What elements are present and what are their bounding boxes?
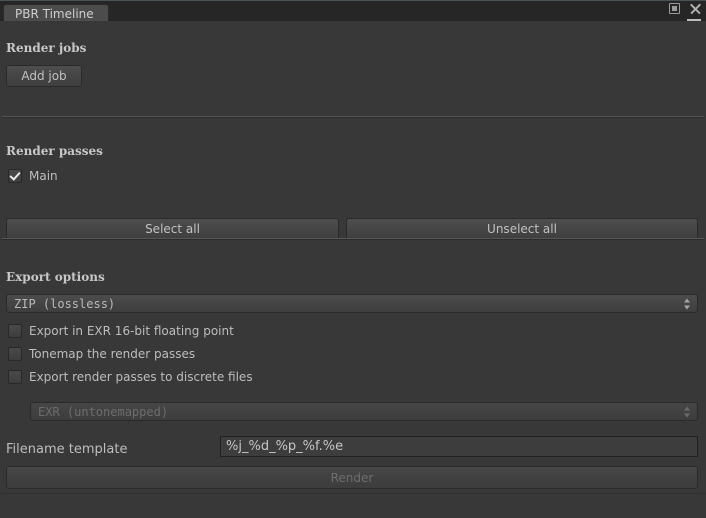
render-button[interactable]: Render	[6, 466, 698, 489]
archive-format-dropdown[interactable]: ZIP (lossless)	[6, 294, 698, 313]
close-icon[interactable]	[689, 2, 702, 15]
toggle-label: Tonemap the render passes	[29, 347, 196, 361]
tab-label: PBR Timeline	[15, 7, 94, 21]
checkbox-icon[interactable]	[8, 169, 22, 183]
window-tab-bar: PBR Timeline	[0, 0, 706, 28]
toggle-label: Export in EXR 16-bit floating point	[29, 324, 234, 338]
filename-template-label: Filename template	[6, 442, 128, 457]
archive-format-value: ZIP (lossless)	[14, 296, 116, 311]
render-label: Render	[330, 470, 374, 485]
popup-arrows-icon	[683, 406, 690, 417]
select-all-button[interactable]: Select all	[6, 218, 339, 240]
unselect-all-label: Unselect all	[487, 222, 557, 236]
separator-1	[2, 116, 704, 118]
add-job-button[interactable]: Add job	[6, 65, 82, 87]
pass-toggle-main[interactable]: Main	[8, 169, 58, 183]
add-job-label: Add job	[21, 69, 67, 83]
pbr-timeline-window: PBR Timeline Render jobs Add job Render …	[0, 0, 706, 518]
filename-template-value: %j_%d_%p_%f.%e	[226, 439, 344, 454]
discrete-format-value: EXR (untonemapped)	[38, 404, 169, 419]
pass-label: Main	[29, 169, 58, 183]
discrete-format-dropdown[interactable]: EXR (untonemapped)	[30, 402, 698, 421]
filename-template-input[interactable]: %j_%d_%p_%f.%e	[220, 436, 698, 457]
checkbox-icon[interactable]	[8, 324, 22, 338]
popup-arrows-icon	[683, 298, 690, 309]
checkbox-icon[interactable]	[8, 347, 22, 361]
unselect-all-button[interactable]: Unselect all	[346, 218, 698, 240]
render-passes-heading: Render passes	[6, 144, 103, 158]
toggle-tonemap-passes[interactable]: Tonemap the render passes	[8, 347, 195, 361]
window-controls	[669, 2, 702, 15]
toggle-export-exr16[interactable]: Export in EXR 16-bit floating point	[8, 324, 234, 338]
export-options-heading: Export options	[6, 270, 105, 284]
tab-pbr-timeline[interactable]: PBR Timeline	[3, 4, 109, 22]
panel-content: Render jobs Add job Render passes Main S…	[0, 21, 706, 518]
select-all-label: Select all	[145, 222, 200, 236]
toggle-label: Export render passes to discrete files	[29, 370, 253, 384]
separator-2	[2, 238, 704, 240]
maximize-icon[interactable]	[669, 3, 680, 14]
render-jobs-heading: Render jobs	[6, 41, 87, 55]
toggle-discrete-files[interactable]: Export render passes to discrete files	[8, 370, 253, 384]
checkbox-icon[interactable]	[8, 370, 22, 384]
bottom-divider	[0, 493, 706, 494]
